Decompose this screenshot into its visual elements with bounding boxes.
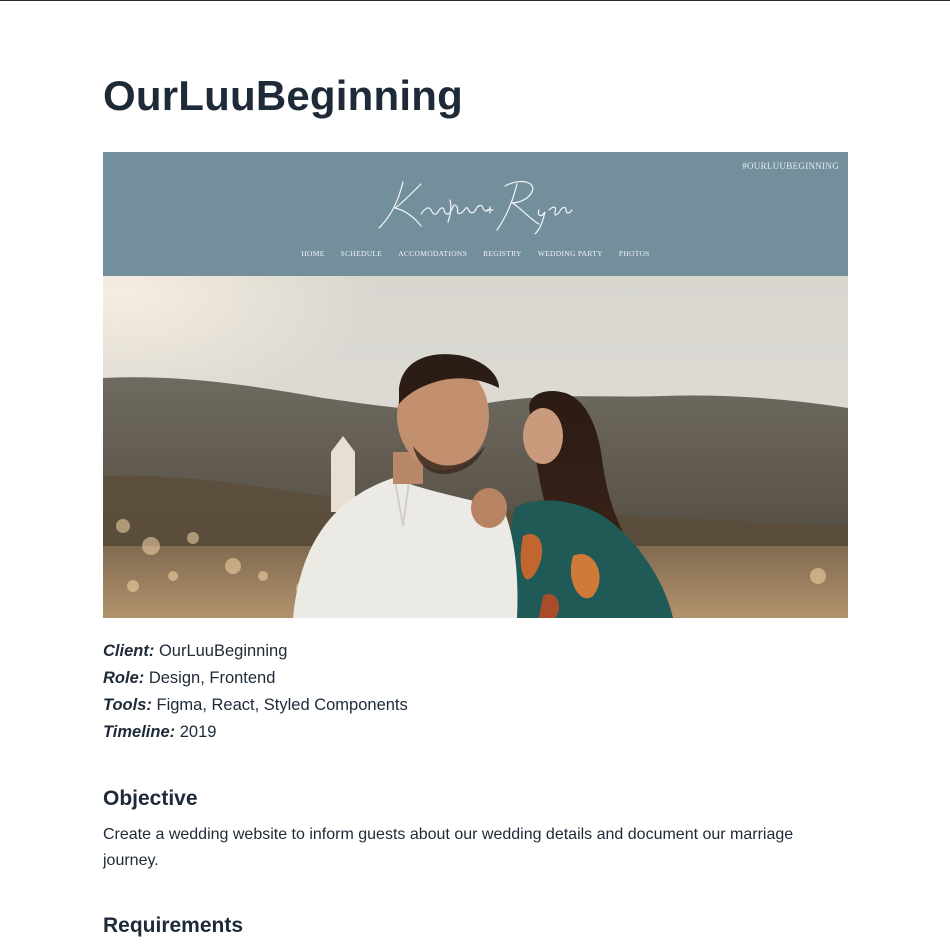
meta-client-label: Client: (103, 642, 155, 660)
hero-screenshot: #OURLUUBEGINNING HOME SCHEDULE ACCOMODAT… (103, 152, 848, 618)
site-nav-wedding-party[interactable]: WEDDING PARTY (530, 249, 611, 258)
meta-timeline: Timeline: 2019 (103, 721, 848, 748)
site-nav-photos[interactable]: PHOTOS (611, 249, 658, 258)
top-border (0, 0, 950, 1)
meta-tools-label: Tools: (103, 696, 152, 714)
site-nav-accomodations[interactable]: ACCOMODATIONS (390, 249, 475, 258)
site-nav: HOME SCHEDULE ACCOMODATIONS REGISTRY WED… (103, 249, 848, 258)
meta-timeline-value: 2019 (179, 723, 217, 741)
meta-role: Role: Design, Frontend (103, 667, 848, 694)
meta-role-value: Design, Frontend (148, 669, 276, 687)
objective-heading: Objective (103, 787, 198, 810)
site-nav-schedule[interactable]: SCHEDULE (333, 249, 391, 258)
objective-text: Create a wedding website to inform guest… (103, 826, 794, 869)
meta-tools-value: Figma, React, Styled Components (156, 696, 408, 714)
meta-client-value: OurLuuBeginning (158, 642, 288, 660)
meta-client: Client: OurLuuBeginning (103, 640, 848, 667)
requirements-heading: Requirements (103, 914, 244, 937)
site-nav-home[interactable]: HOME (293, 249, 332, 258)
page-title: OurLuuBeginning (103, 72, 463, 119)
site-nav-registry[interactable]: REGISTRY (475, 249, 530, 258)
script-logo (378, 181, 573, 235)
meta-role-label: Role: (103, 669, 145, 687)
project-meta: Client: OurLuuBeginning Role: Design, Fr… (103, 640, 848, 748)
meta-timeline-label: Timeline: (103, 723, 176, 741)
meta-tools: Tools: Figma, React, Styled Components (103, 694, 848, 721)
couple-photo (103, 276, 848, 618)
site-header: #OURLUUBEGINNING HOME SCHEDULE ACCOMODAT… (103, 152, 848, 276)
